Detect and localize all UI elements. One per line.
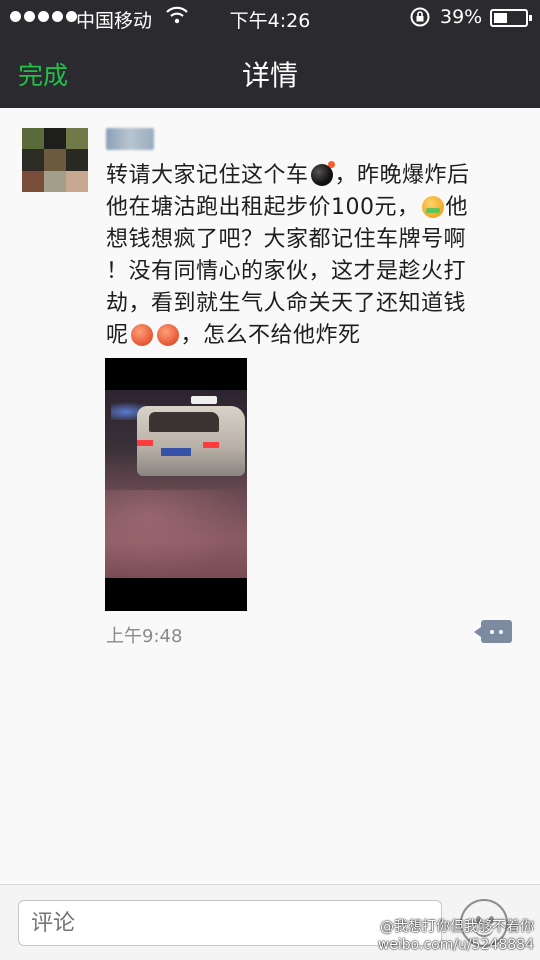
text-segment: ，昨晚爆炸后 <box>334 163 470 188</box>
text-segment: 他在塘沽跑出租起步价100元， <box>106 195 420 220</box>
text-segment: 他 <box>445 195 469 220</box>
page-title: 详情 <box>241 59 298 92</box>
post-text-line: 呢 ，怎么不给他炸死 <box>106 320 524 352</box>
money-mouth-emoji <box>421 196 444 218</box>
video-thumbnail[interactable] <box>105 358 247 611</box>
post-text-line: ！没有同情心的家伙，这才是趁火打 <box>106 259 467 284</box>
video-frame <box>105 390 247 578</box>
battery-percent: 39% <box>440 6 483 28</box>
comment-bubble-icon[interactable] <box>474 620 512 643</box>
watermark-line: @我想打你但我够不着你 <box>380 919 534 935</box>
text-segment: ，怎么不给他炸死 <box>180 323 361 348</box>
avatar[interactable] <box>22 128 88 192</box>
post-text-line: 想钱想疯了吧？大家都记住车牌号啊 <box>106 227 467 252</box>
post-text-line: 转请大家记住这个车 ，昨晚爆炸后 <box>106 160 524 192</box>
top-bar: 中国移动 下午4:26 39% 完成 详情 <box>0 0 540 108</box>
angry-emoji <box>156 324 179 346</box>
text-segment: 转请大家记住这个车 <box>106 163 309 188</box>
moment-post: 转请大家记住这个车 ，昨晚爆炸后 他在塘沽跑出租起步价100元， 他 想钱想疯了吧？… <box>0 108 540 884</box>
post-text-line: 劫，看到就生气人命关天了还知道钱 <box>106 291 467 316</box>
post-text-line: 他在塘沽跑出租起步价100元， 他 <box>106 192 524 224</box>
username-blurred[interactable] <box>106 128 154 150</box>
bomb-emoji <box>310 161 335 186</box>
watermark-line: weibo.com/u/5248884 <box>377 937 534 953</box>
angry-emoji <box>130 324 153 346</box>
post-timestamp: 上午9:48 <box>106 626 183 647</box>
text-segment: 呢 <box>106 323 129 348</box>
post-text: 转请大家记住这个车 ，昨晚爆炸后 他在塘沽跑出租起步价100元， 他 想钱想疯了吧？… <box>106 160 524 352</box>
weibo-watermark: @我想打你但我够不着你 weibo.com/u/5248884 <box>378 918 534 954</box>
status-bar: 中国移动 下午4:26 39% <box>0 0 540 36</box>
rotation-lock-icon <box>410 7 430 27</box>
battery-icon <box>490 9 532 27</box>
